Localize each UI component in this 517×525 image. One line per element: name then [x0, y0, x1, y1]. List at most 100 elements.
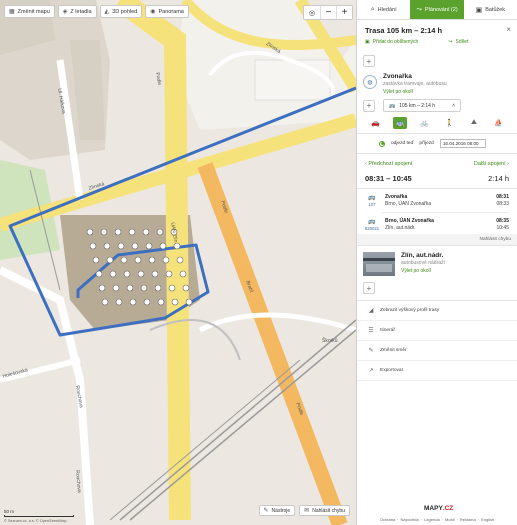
bus-stop-marker[interactable] [143, 298, 151, 306]
bus-stop-marker[interactable] [98, 284, 106, 292]
bus-stop-marker[interactable] [126, 284, 134, 292]
bus-stop-marker[interactable] [165, 270, 173, 278]
mapy-logo[interactable]: MAPY.CZ [424, 505, 453, 512]
footer-link[interactable]: Mobil [445, 517, 455, 522]
destination-trip-link[interactable]: Výlet po okolí [401, 268, 445, 274]
menu-item-label: Zobrazit výškový profil trasy [380, 308, 440, 313]
bus-stop-marker[interactable] [182, 284, 190, 292]
bus-stop-marker[interactable] [179, 270, 187, 278]
bus-stop-marker[interactable] [171, 298, 179, 306]
bus-stop-marker[interactable] [168, 284, 176, 292]
bus-stop-marker[interactable] [151, 270, 159, 278]
segment-selector[interactable]: 🚌 105 km – 2:14 h ˄ [383, 99, 461, 112]
bus-stop-marker[interactable] [131, 242, 139, 250]
menu-item-export[interactable]: ↗ Exportovat [357, 361, 517, 381]
car-icon[interactable]: 🚗 [368, 117, 382, 129]
menu-item-chart[interactable]: ◢ Zobrazit výškový profil trasy [357, 301, 517, 321]
footer-link[interactable]: Legenda [424, 517, 440, 522]
map-bottom-button-1[interactable]: ✉ Nahlásit chybu [299, 505, 350, 516]
bus-stop-marker[interactable] [112, 284, 120, 292]
map-copyright[interactable]: © Seznam.cz, a.s. © OpenStreetMap [4, 519, 67, 523]
footer-link[interactable]: Ochrana [380, 517, 395, 522]
prev-connection-link[interactable]: ‹ Předchozí spojení [365, 161, 412, 167]
bus-stop-marker[interactable] [106, 256, 114, 264]
bus-icon[interactable]: 🚌 [392, 117, 407, 129]
route-header: Trasa 105 km – 2:14 h × ▣ Přidat do oblí… [357, 20, 517, 49]
bus-stop-marker[interactable] [140, 284, 148, 292]
locate-button[interactable]: ◎ [304, 6, 320, 19]
destination-photo [363, 252, 395, 276]
bus-stop-marker[interactable] [134, 256, 142, 264]
tab-backpack[interactable]: ▣ Batůžek [464, 0, 517, 19]
walk-icon[interactable]: 🚶 [442, 117, 456, 129]
bus-stop-marker[interactable] [129, 298, 137, 306]
transport-modes: 🚗 🚌 🚲 🚶 ⛰ ⛵ [357, 112, 517, 134]
connection-leg[interactable]: 🚌 820021 Brno, ÚAN Zvonařka Zlín, aut.nádr.… [357, 213, 517, 231]
bus-stop-marker[interactable] [120, 256, 128, 264]
bus-stop-marker[interactable] [157, 298, 165, 306]
menu-item-list[interactable]: ☰ Itinerář [357, 321, 517, 341]
report-error-button[interactable]: Nahlásit chybu [357, 234, 517, 246]
connection-leg[interactable]: 🚌 107 Zvonařka Brno, ÚAN Zvonařka 08:31 08:33 [357, 189, 517, 207]
bus-stop-marker[interactable] [100, 228, 108, 236]
boat-icon[interactable]: ⛵ [492, 117, 506, 129]
bus-stop-marker[interactable] [115, 298, 123, 306]
menu-item-edit[interactable]: ✎ Změnit směr [357, 341, 517, 361]
map-canvas[interactable]: Zlínská Zlínská Ul. Hálkova Podle Podle … [0, 0, 356, 525]
tab-search[interactable]: ⌕ Hledání [357, 0, 410, 19]
bus-stop-marker[interactable] [128, 228, 136, 236]
bus-stop-marker[interactable] [173, 242, 181, 250]
bus-stop-marker[interactable] [159, 242, 167, 250]
bus-stop-marker[interactable] [185, 298, 193, 306]
date-input[interactable]: 16.04.2016 08:00 [439, 139, 486, 148]
bus-stop-marker[interactable] [162, 256, 170, 264]
route-menu: ◢ Zobrazit výškový profil trasy ☰ Itinerář ✎… [357, 300, 517, 381]
start-trip-link[interactable]: Výlet po okolí [383, 89, 447, 95]
zoom-in-button[interactable]: + [336, 6, 352, 19]
map-toolbar-button-2[interactable]: ◭ 3D pohled [99, 5, 143, 18]
bus-stop-marker[interactable] [101, 298, 109, 306]
bus-stop-marker[interactable] [92, 256, 100, 264]
add-waypoint-button[interactable]: + [363, 282, 375, 294]
arrival-label[interactable]: příjezd [419, 141, 433, 146]
bus-stop-marker[interactable] [137, 270, 145, 278]
add-favourite-button[interactable]: ▣ Přidat do oblíbených [365, 39, 418, 45]
close-icon[interactable]: × [506, 25, 511, 34]
bus-stop-marker[interactable] [117, 242, 125, 250]
add-waypoint-button[interactable]: + [363, 99, 375, 112]
bus-stop-marker[interactable] [145, 242, 153, 250]
bus-stop-marker[interactable] [154, 284, 162, 292]
map-toolbar-button-1[interactable]: ◈ Z letadla [57, 5, 97, 18]
destination-waypoint[interactable]: Zlín, aut.nádr. autobusové nádraží Výlet… [357, 246, 517, 282]
bus-stop-marker[interactable] [123, 270, 131, 278]
share-button[interactable]: ↪ Sdílet [448, 39, 468, 45]
departure-radio[interactable] [379, 140, 385, 147]
footer-link[interactable]: Nápověda [401, 517, 419, 522]
bus-stop-marker[interactable] [148, 256, 156, 264]
footer-link[interactable]: Reklama [460, 517, 476, 522]
map-bottom-button-0[interactable]: ✎ Nástroje [258, 505, 296, 516]
bike-icon[interactable]: 🚲 [418, 117, 432, 129]
start-waypoint[interactable]: ◍ Zvonařka zastávka tramvaje, autobusu V… [357, 67, 517, 99]
next-connection-link[interactable]: Další spojení › [474, 161, 509, 167]
footer-link[interactable]: English [481, 517, 494, 522]
bus-stop-marker[interactable] [114, 228, 122, 236]
add-waypoint-button[interactable]: + [363, 55, 375, 67]
bus-stop-marker[interactable] [95, 270, 103, 278]
bus-stop-marker[interactable] [156, 228, 164, 236]
hike-icon[interactable]: ⛰ [467, 117, 481, 129]
bus-stop-marker[interactable] [103, 242, 111, 250]
share-icon: ↪ [448, 39, 453, 45]
bus-stop-marker[interactable] [109, 270, 117, 278]
tools-icon: ✎ [263, 508, 269, 514]
menu-item-label: Itinerář [380, 328, 395, 333]
zoom-out-button[interactable]: − [320, 6, 336, 19]
bus-stop-marker[interactable] [142, 228, 150, 236]
tab-label: Plánování (2) [424, 6, 458, 13]
map-toolbar-button-0[interactable]: ▦ Změnit mapu [4, 5, 55, 18]
bus-stop-marker[interactable] [86, 228, 94, 236]
bus-stop-marker[interactable] [176, 256, 184, 264]
tab-route[interactable]: ⤳ Plánování (2) [410, 0, 464, 19]
map-toolbar-button-3[interactable]: ◉ Panorama [145, 5, 189, 18]
bus-stop-marker[interactable] [89, 242, 97, 250]
